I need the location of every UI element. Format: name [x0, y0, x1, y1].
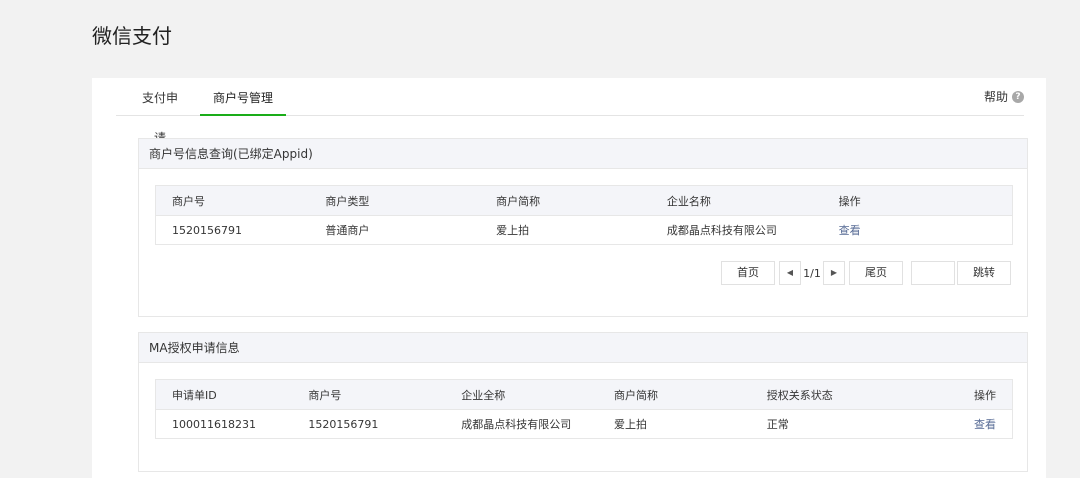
pagination: 首页 ◀ 1/1 ▶ 尾页 跳转: [721, 261, 1011, 285]
page-title: 微信支付: [92, 24, 172, 48]
section-title: 商户号信息查询(已绑定Appid): [139, 139, 1027, 169]
jump-button[interactable]: 跳转: [957, 261, 1011, 285]
merchant-id-cell: 1520156791: [308, 417, 379, 431]
page-indicator: 1/1: [803, 266, 821, 280]
column-header: 商户简称: [496, 185, 667, 216]
section-title: MA授权申请信息: [139, 333, 1027, 363]
caret-right-icon[interactable]: ▶: [823, 261, 845, 285]
column-header: 企业名称: [666, 185, 839, 216]
help-label: 帮助: [983, 90, 1008, 104]
short-name-cell: 爱上拍: [496, 224, 530, 237]
apply-id-cell: 100011618231: [172, 417, 256, 431]
status-cell: 正常: [766, 418, 789, 431]
page-jump-input[interactable]: [911, 261, 955, 285]
column-header: 操作: [838, 185, 1013, 216]
first-page-button[interactable]: 首页: [721, 261, 775, 285]
last-page-button[interactable]: 尾页: [849, 261, 903, 285]
merchant-id-cell: 1520156791: [172, 223, 242, 237]
column-header: 商户号: [308, 379, 462, 410]
merchant-type-cell: 普通商户: [325, 224, 370, 237]
column-header: 企业全称: [461, 379, 615, 410]
table-row: 100011618231 1520156791 成都晶点科技有限公司 爱上拍 正…: [156, 410, 1013, 439]
column-header: 授权关系状态: [766, 379, 920, 410]
table-header-row: 申请单ID 商户号 企业全称 商户简称 授权关系状态 操作: [155, 379, 1013, 410]
column-header: 商户简称: [614, 379, 767, 410]
table-header-row: 商户号 商户类型 商户简称 企业名称 操作: [155, 185, 1013, 216]
table-row: 1520156791 普通商户 爱上拍 成都晶点科技有限公司 查看: [156, 216, 1013, 245]
question-icon: ?: [1012, 91, 1024, 103]
help-link[interactable]: 帮助 ?: [984, 78, 1024, 116]
merchant-table: 商户号 商户类型 商户简称 企业名称 操作 1520156791 普通商户 爱上…: [155, 185, 1013, 245]
caret-left-icon[interactable]: ◀: [779, 261, 801, 285]
view-link[interactable]: 查看: [974, 418, 996, 431]
tab-merchant-management[interactable]: 商户号管理: [200, 78, 286, 116]
tab-bar: 支付申请 商户号管理 帮助 ?: [116, 78, 1024, 145]
column-header: 申请单ID: [155, 379, 309, 410]
ma-auth-table: 申请单ID 商户号 企业全称 商户简称 授权关系状态 操作 1000116182…: [155, 379, 1013, 439]
column-header: 操作: [919, 379, 1013, 410]
view-link[interactable]: 查看: [839, 224, 861, 237]
column-header: 商户号: [155, 185, 326, 216]
column-header: 商户类型: [325, 185, 497, 216]
main-panel: 支付申请 商户号管理 帮助 ? 商户号信息查询(已绑定Appid) 商户号 商户…: [92, 78, 1046, 478]
tab-payment-apply[interactable]: 支付申请: [138, 78, 182, 145]
merchant-info-section: 商户号信息查询(已绑定Appid) 商户号 商户类型 商户简称 企业名称 操作 …: [138, 138, 1028, 317]
short-name-cell: 爱上拍: [614, 418, 648, 431]
ma-auth-section: MA授权申请信息 申请单ID 商户号 企业全称 商户简称 授权关系状态 操作 1…: [138, 332, 1028, 472]
company-cell: 成都晶点科技有限公司: [666, 224, 777, 237]
company-cell: 成都晶点科技有限公司: [461, 418, 572, 431]
